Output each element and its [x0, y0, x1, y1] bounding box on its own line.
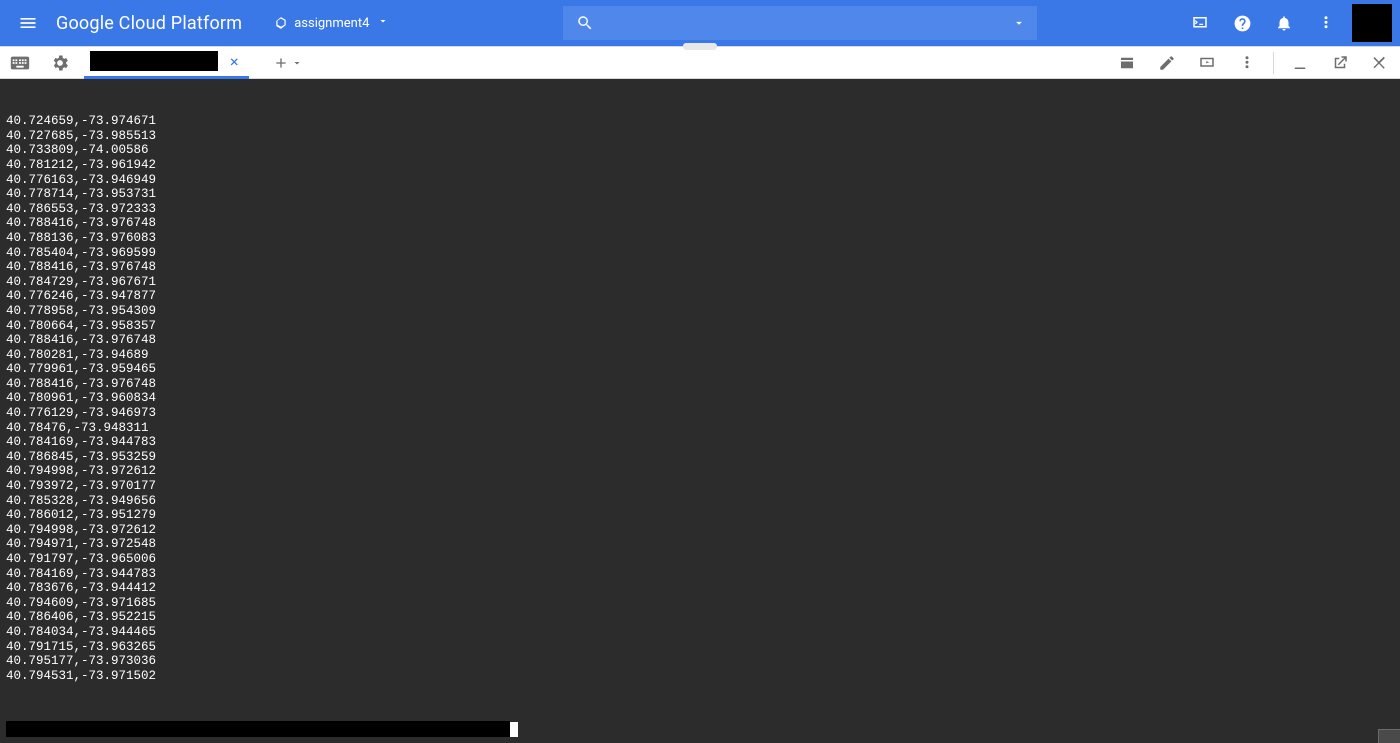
- open-new-window-icon[interactable]: [1320, 46, 1360, 79]
- terminal-line: 40.780281,-73.94689: [6, 348, 1394, 363]
- chevron-down-icon: [291, 57, 303, 69]
- terminal-prompt: [6, 721, 510, 737]
- search-dropdown-icon[interactable]: [1001, 16, 1037, 30]
- terminal-line: 40.784169,-73.944783: [6, 567, 1394, 582]
- terminal-line: 40.780961,-73.960834: [6, 391, 1394, 406]
- brand-title: Google Cloud Platform: [52, 13, 250, 34]
- web-preview-icon[interactable]: [1187, 46, 1227, 79]
- edit-pencil-icon[interactable]: [1147, 46, 1187, 79]
- project-hexagon-icon: [274, 16, 288, 30]
- terminal-line: 40.785328,-73.949656: [6, 494, 1394, 509]
- project-name: assignment4: [294, 16, 369, 31]
- shell-overflow-icon[interactable]: [1227, 46, 1267, 79]
- resize-corner[interactable]: [1378, 729, 1400, 743]
- overflow-menu-icon[interactable]: [1306, 0, 1346, 46]
- new-tab-button[interactable]: [273, 55, 303, 71]
- terminal-line: 40.78476,-73.948311: [6, 421, 1394, 436]
- terminal-line: 40.776246,-73.947877: [6, 289, 1394, 304]
- terminal-line: 40.778714,-73.953731: [6, 187, 1394, 202]
- terminal-line: 40.788416,-73.976748: [6, 260, 1394, 275]
- notifications-icon[interactable]: [1264, 0, 1304, 46]
- search-icon: [563, 14, 607, 32]
- close-tab-icon[interactable]: ×: [224, 52, 245, 71]
- shell-tab-active[interactable]: ×: [84, 46, 249, 79]
- nav-menu-button[interactable]: [4, 0, 52, 46]
- terminal-line: 40.785404,-73.969599: [6, 246, 1394, 261]
- terminal-line: 40.778958,-73.954309: [6, 304, 1394, 319]
- terminal-line: 40.794971,-73.972548: [6, 537, 1394, 552]
- terminal-line: 40.786553,-73.972333: [6, 202, 1394, 217]
- terminal-line: 40.733809,-74.00586: [6, 143, 1394, 158]
- minimize-icon[interactable]: [1280, 46, 1320, 79]
- terminal-line: 40.784169,-73.944783: [6, 435, 1394, 450]
- account-avatar[interactable]: [1352, 4, 1392, 42]
- terminal-line: 40.795177,-73.973036: [6, 654, 1394, 669]
- terminal-line: 40.794609,-73.971685: [6, 596, 1394, 611]
- terminal-line: 40.794998,-73.972612: [6, 523, 1394, 538]
- terminal-line: 40.794531,-73.971502: [6, 669, 1394, 684]
- terminal-line: 40.788416,-73.976748: [6, 216, 1394, 231]
- terminal-cursor: [510, 722, 518, 737]
- terminal-line: 40.727685,-73.985513: [6, 129, 1394, 144]
- terminal-line: 40.788136,-73.976083: [6, 231, 1394, 246]
- terminal-line: 40.776163,-73.946949: [6, 173, 1394, 188]
- terminal-line: 40.786012,-73.951279: [6, 508, 1394, 523]
- terminal-line: 40.784034,-73.944465: [6, 625, 1394, 640]
- terminal-line: 40.793972,-73.970177: [6, 479, 1394, 494]
- gcp-topbar: Google Cloud Platform assignment4: [0, 0, 1400, 46]
- shell-tab-label: [90, 51, 218, 71]
- terminal-line: 40.783676,-73.944412: [6, 581, 1394, 596]
- keyboard-icon[interactable]: [0, 46, 40, 79]
- cloud-shell-icon[interactable]: [1180, 0, 1220, 46]
- terminal-line: 40.784729,-73.967671: [6, 275, 1394, 290]
- terminal-line: 40.791797,-73.965006: [6, 552, 1394, 567]
- caret-down-icon: [377, 15, 389, 31]
- terminal-line: 40.791715,-73.963265: [6, 640, 1394, 655]
- settings-gear-icon[interactable]: [40, 46, 80, 79]
- help-icon[interactable]: [1222, 0, 1262, 46]
- resize-grip[interactable]: [683, 43, 717, 50]
- project-picker[interactable]: assignment4: [264, 7, 399, 39]
- terminal-line: 40.788416,-73.976748: [6, 377, 1394, 392]
- terminal-line: 40.786845,-73.953259: [6, 450, 1394, 465]
- terminal-output[interactable]: 40.724659,-73.97467140.727685,-73.985513…: [0, 79, 1400, 743]
- terminal-line: 40.779961,-73.959465: [6, 362, 1394, 377]
- search-input[interactable]: [607, 15, 1001, 31]
- terminal-line: 40.794998,-73.972612: [6, 464, 1394, 479]
- search-bar[interactable]: [563, 6, 1037, 40]
- terminal-line: 40.786406,-73.952215: [6, 610, 1394, 625]
- terminal-line: 40.780664,-73.958357: [6, 319, 1394, 334]
- toolbar-divider: [1273, 52, 1274, 74]
- cloud-shell-toolbar: ×: [0, 46, 1400, 79]
- terminal-line: 40.724659,-73.974671: [6, 114, 1394, 129]
- terminal-line: 40.776129,-73.946973: [6, 406, 1394, 421]
- topbar-right-icons: [1180, 0, 1392, 46]
- terminal-line: 40.781212,-73.961942: [6, 158, 1394, 173]
- open-editor-icon[interactable]: [1107, 46, 1147, 79]
- close-shell-icon[interactable]: [1360, 46, 1400, 79]
- terminal-line: 40.788416,-73.976748: [6, 333, 1394, 348]
